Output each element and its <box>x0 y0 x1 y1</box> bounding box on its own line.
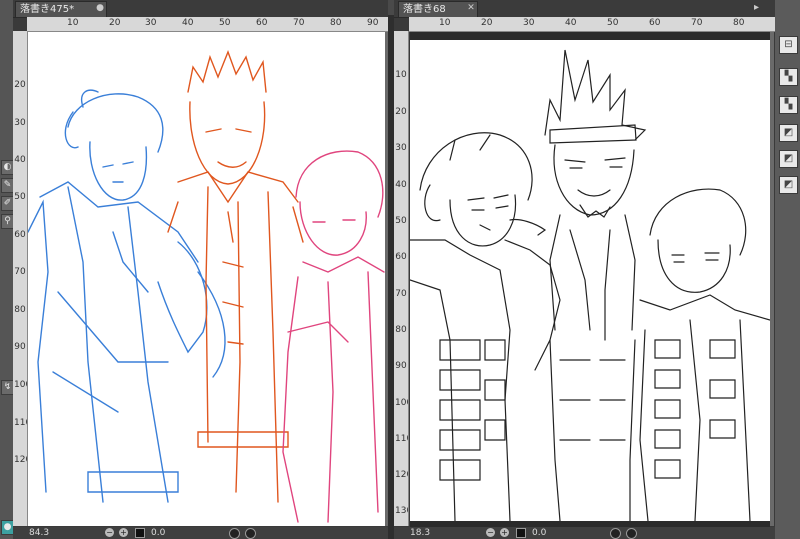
layer-icon-b[interactable]: ▚ <box>779 96 798 114</box>
blue-sketch-figure <box>28 89 226 503</box>
fit-view-icon[interactable] <box>516 528 526 538</box>
zoom-in-button[interactable]: + <box>119 528 128 537</box>
ruler-label: 30 <box>14 118 26 128</box>
ruler-label: 90 <box>367 18 379 28</box>
ruler-label: 50 <box>395 216 407 226</box>
layer-icon-e[interactable]: ◩ <box>779 176 798 194</box>
ruler-label: 50 <box>607 18 619 28</box>
ruler-label: 120 <box>14 455 27 465</box>
ruler-label: 80 <box>330 18 342 28</box>
ruler-label: 80 <box>14 305 26 315</box>
left-document-pane: 落書き475* ● 10 20 30 40 50 60 70 80 90 20 … <box>13 0 388 539</box>
ruler-label: 70 <box>691 18 703 28</box>
tab-rakugaki-475[interactable]: 落書き475* <box>15 1 107 17</box>
fit-view-icon[interactable] <box>135 528 145 538</box>
ruler-tool-icon[interactable]: ⊟ <box>779 36 798 54</box>
pane-menu-icon[interactable]: ▸ <box>754 3 764 13</box>
right-status-bar: 18.3 − + 0.0 <box>394 527 775 539</box>
vertical-ruler: 10 20 30 40 50 60 70 80 90 100 110 120 1… <box>394 31 409 526</box>
zoom-in-button[interactable]: + <box>500 528 509 537</box>
close-tab-icon[interactable]: ✕ <box>466 3 476 13</box>
ruler-label: 10 <box>395 70 407 80</box>
ruler-label: 10 <box>67 18 79 28</box>
ruler-label: 50 <box>219 18 231 28</box>
ruler-label: 90 <box>395 361 407 371</box>
layer-icon-a[interactable]: ▚ <box>779 68 798 86</box>
ruler-label: 40 <box>182 18 194 28</box>
lineart-canvas[interactable] <box>410 40 770 521</box>
ruler-label: 110 <box>395 434 408 444</box>
ruler-label: 60 <box>649 18 661 28</box>
ruler-label: 110 <box>14 418 27 428</box>
lineart-figures <box>410 49 770 521</box>
ruler-label: 70 <box>14 267 26 277</box>
ruler-label: 50 <box>14 192 26 202</box>
rotation-value: 0.0 <box>532 528 547 538</box>
ruler-label: 100 <box>395 398 408 408</box>
rotation-value: 0.0 <box>151 528 166 538</box>
ruler-label: 40 <box>395 180 407 190</box>
sketch-canvas[interactable] <box>28 32 385 526</box>
close-tab-icon[interactable]: ● <box>95 3 105 13</box>
rotate-right-icon[interactable] <box>626 528 637 539</box>
horizontal-ruler: 10 20 30 40 50 60 70 80 90 <box>27 17 388 32</box>
zoom-out-button[interactable]: − <box>105 528 114 537</box>
ruler-label: 30 <box>523 18 535 28</box>
ruler-label: 70 <box>293 18 305 28</box>
color-sketch-artwork <box>28 50 385 523</box>
rotate-left-icon[interactable] <box>610 528 621 539</box>
ruler-label: 20 <box>14 80 26 90</box>
lineart-artwork <box>410 49 770 521</box>
ruler-label: 60 <box>395 252 407 262</box>
zoom-value: 18.3 <box>410 528 431 538</box>
ruler-label: 20 <box>395 107 407 117</box>
ruler-label: 30 <box>395 143 407 153</box>
ruler-label: 10 <box>439 18 451 28</box>
left-toolbar: ◐ ✎ ✐ ⚲ ↯ ● <box>0 0 14 539</box>
ruler-label: 30 <box>145 18 157 28</box>
rotate-left-icon[interactable] <box>229 528 240 539</box>
ruler-label: 100 <box>14 380 27 390</box>
layer-icon-d[interactable]: ◩ <box>779 150 798 168</box>
tab-title: 落書き475* <box>20 4 75 15</box>
ruler-label: 20 <box>481 18 493 28</box>
vertical-scrollbar[interactable] <box>770 32 774 526</box>
right-toolbar: ⊟ ▚ ▚ ◩ ◩ ◩ <box>775 0 800 539</box>
left-status-bar: 84.3 − + 0.0 <box>13 527 388 539</box>
ruler-label: 20 <box>109 18 121 28</box>
right-document-pane: 落書き68 ✕ ▸ 10 20 30 40 50 60 70 80 10 20 … <box>394 0 775 539</box>
ruler-label: 40 <box>14 155 26 165</box>
ruler-label: 130 <box>395 506 408 516</box>
ruler-label: 80 <box>395 325 407 335</box>
rotate-right-icon[interactable] <box>245 528 256 539</box>
vertical-ruler: 20 30 40 50 60 70 80 90 100 110 120 <box>13 31 28 526</box>
ruler-label: 60 <box>14 230 26 240</box>
pink-sketch-figure <box>282 150 385 523</box>
ruler-label: 120 <box>395 470 408 480</box>
horizontal-ruler: 10 20 30 40 50 60 70 80 <box>409 17 775 32</box>
zoom-out-button[interactable]: − <box>486 528 495 537</box>
zoom-value: 84.3 <box>29 528 50 538</box>
tab-title: 落書き68 <box>403 4 446 15</box>
canvas-top-margin <box>410 32 770 40</box>
ruler-label: 90 <box>14 342 26 352</box>
ruler-label: 80 <box>733 18 745 28</box>
layer-icon-c[interactable]: ◩ <box>779 124 798 142</box>
orange-sketch-figure <box>167 50 304 503</box>
ruler-label: 70 <box>395 289 407 299</box>
ruler-label: 60 <box>256 18 268 28</box>
ruler-label: 40 <box>565 18 577 28</box>
